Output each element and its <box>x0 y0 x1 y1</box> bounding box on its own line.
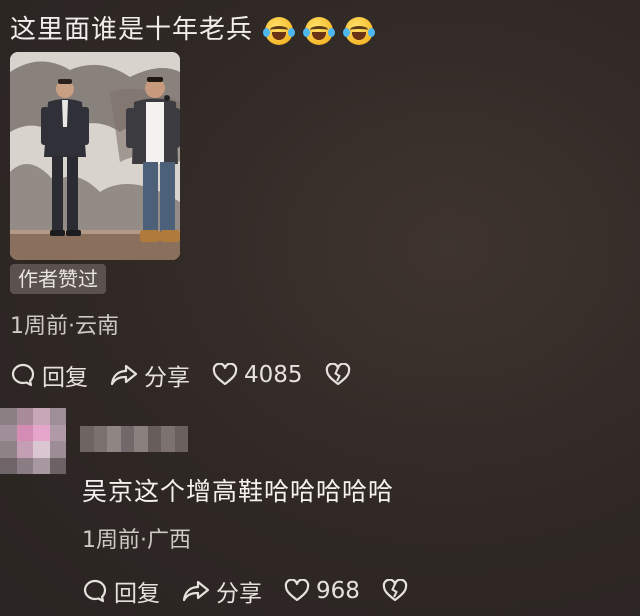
share-label: 分享 <box>216 581 262 607</box>
comment-bubble-icon <box>11 363 35 387</box>
like-count: 968 <box>316 578 360 604</box>
avatar[interactable] <box>0 408 66 474</box>
comment-1-meta: 1周前·云南 <box>10 314 119 339</box>
comment-2-actions: 回复 分享 968 <box>82 574 436 608</box>
reply-label: 回复 <box>42 365 88 391</box>
laughing-crying-emoji-icon <box>303 17 336 45</box>
share-button[interactable]: 分享 <box>182 574 262 608</box>
dislike-button[interactable] <box>325 363 357 387</box>
username-blurred[interactable] <box>80 426 188 452</box>
comment-bubble-icon <box>83 579 107 603</box>
comment-1-actions: 回复 分享 4085 <box>10 358 379 392</box>
share-arrow-icon <box>182 580 210 602</box>
author-liked-badge: 作者赞过 <box>10 264 106 294</box>
like-count: 4085 <box>244 362 303 388</box>
broken-heart-icon <box>325 363 350 386</box>
comment-2-text: 吴京这个增高鞋哈哈哈哈哈 <box>82 477 395 506</box>
reply-label: 回复 <box>114 581 160 607</box>
like-button[interactable]: 968 <box>284 578 360 604</box>
comment-1-text-content: 这里面谁是十年老兵 <box>10 15 254 45</box>
reply-button[interactable]: 回复 <box>10 358 88 392</box>
share-label: 分享 <box>144 365 190 391</box>
heart-icon <box>212 363 238 386</box>
comment-1-text: 这里面谁是十年老兵 <box>10 12 376 48</box>
share-arrow-icon <box>110 364 138 386</box>
dislike-button[interactable] <box>382 579 414 603</box>
share-button[interactable]: 分享 <box>110 358 190 392</box>
comment-2-meta: 1周前·广西 <box>82 528 191 553</box>
reply-button[interactable]: 回复 <box>82 574 160 608</box>
heart-icon <box>284 579 310 602</box>
like-button[interactable]: 4085 <box>212 362 303 388</box>
laughing-crying-emoji-icon <box>263 17 296 45</box>
laughing-crying-emoji-icon <box>343 17 376 45</box>
broken-heart-icon <box>382 579 408 602</box>
comment-1-photo[interactable] <box>10 52 180 260</box>
